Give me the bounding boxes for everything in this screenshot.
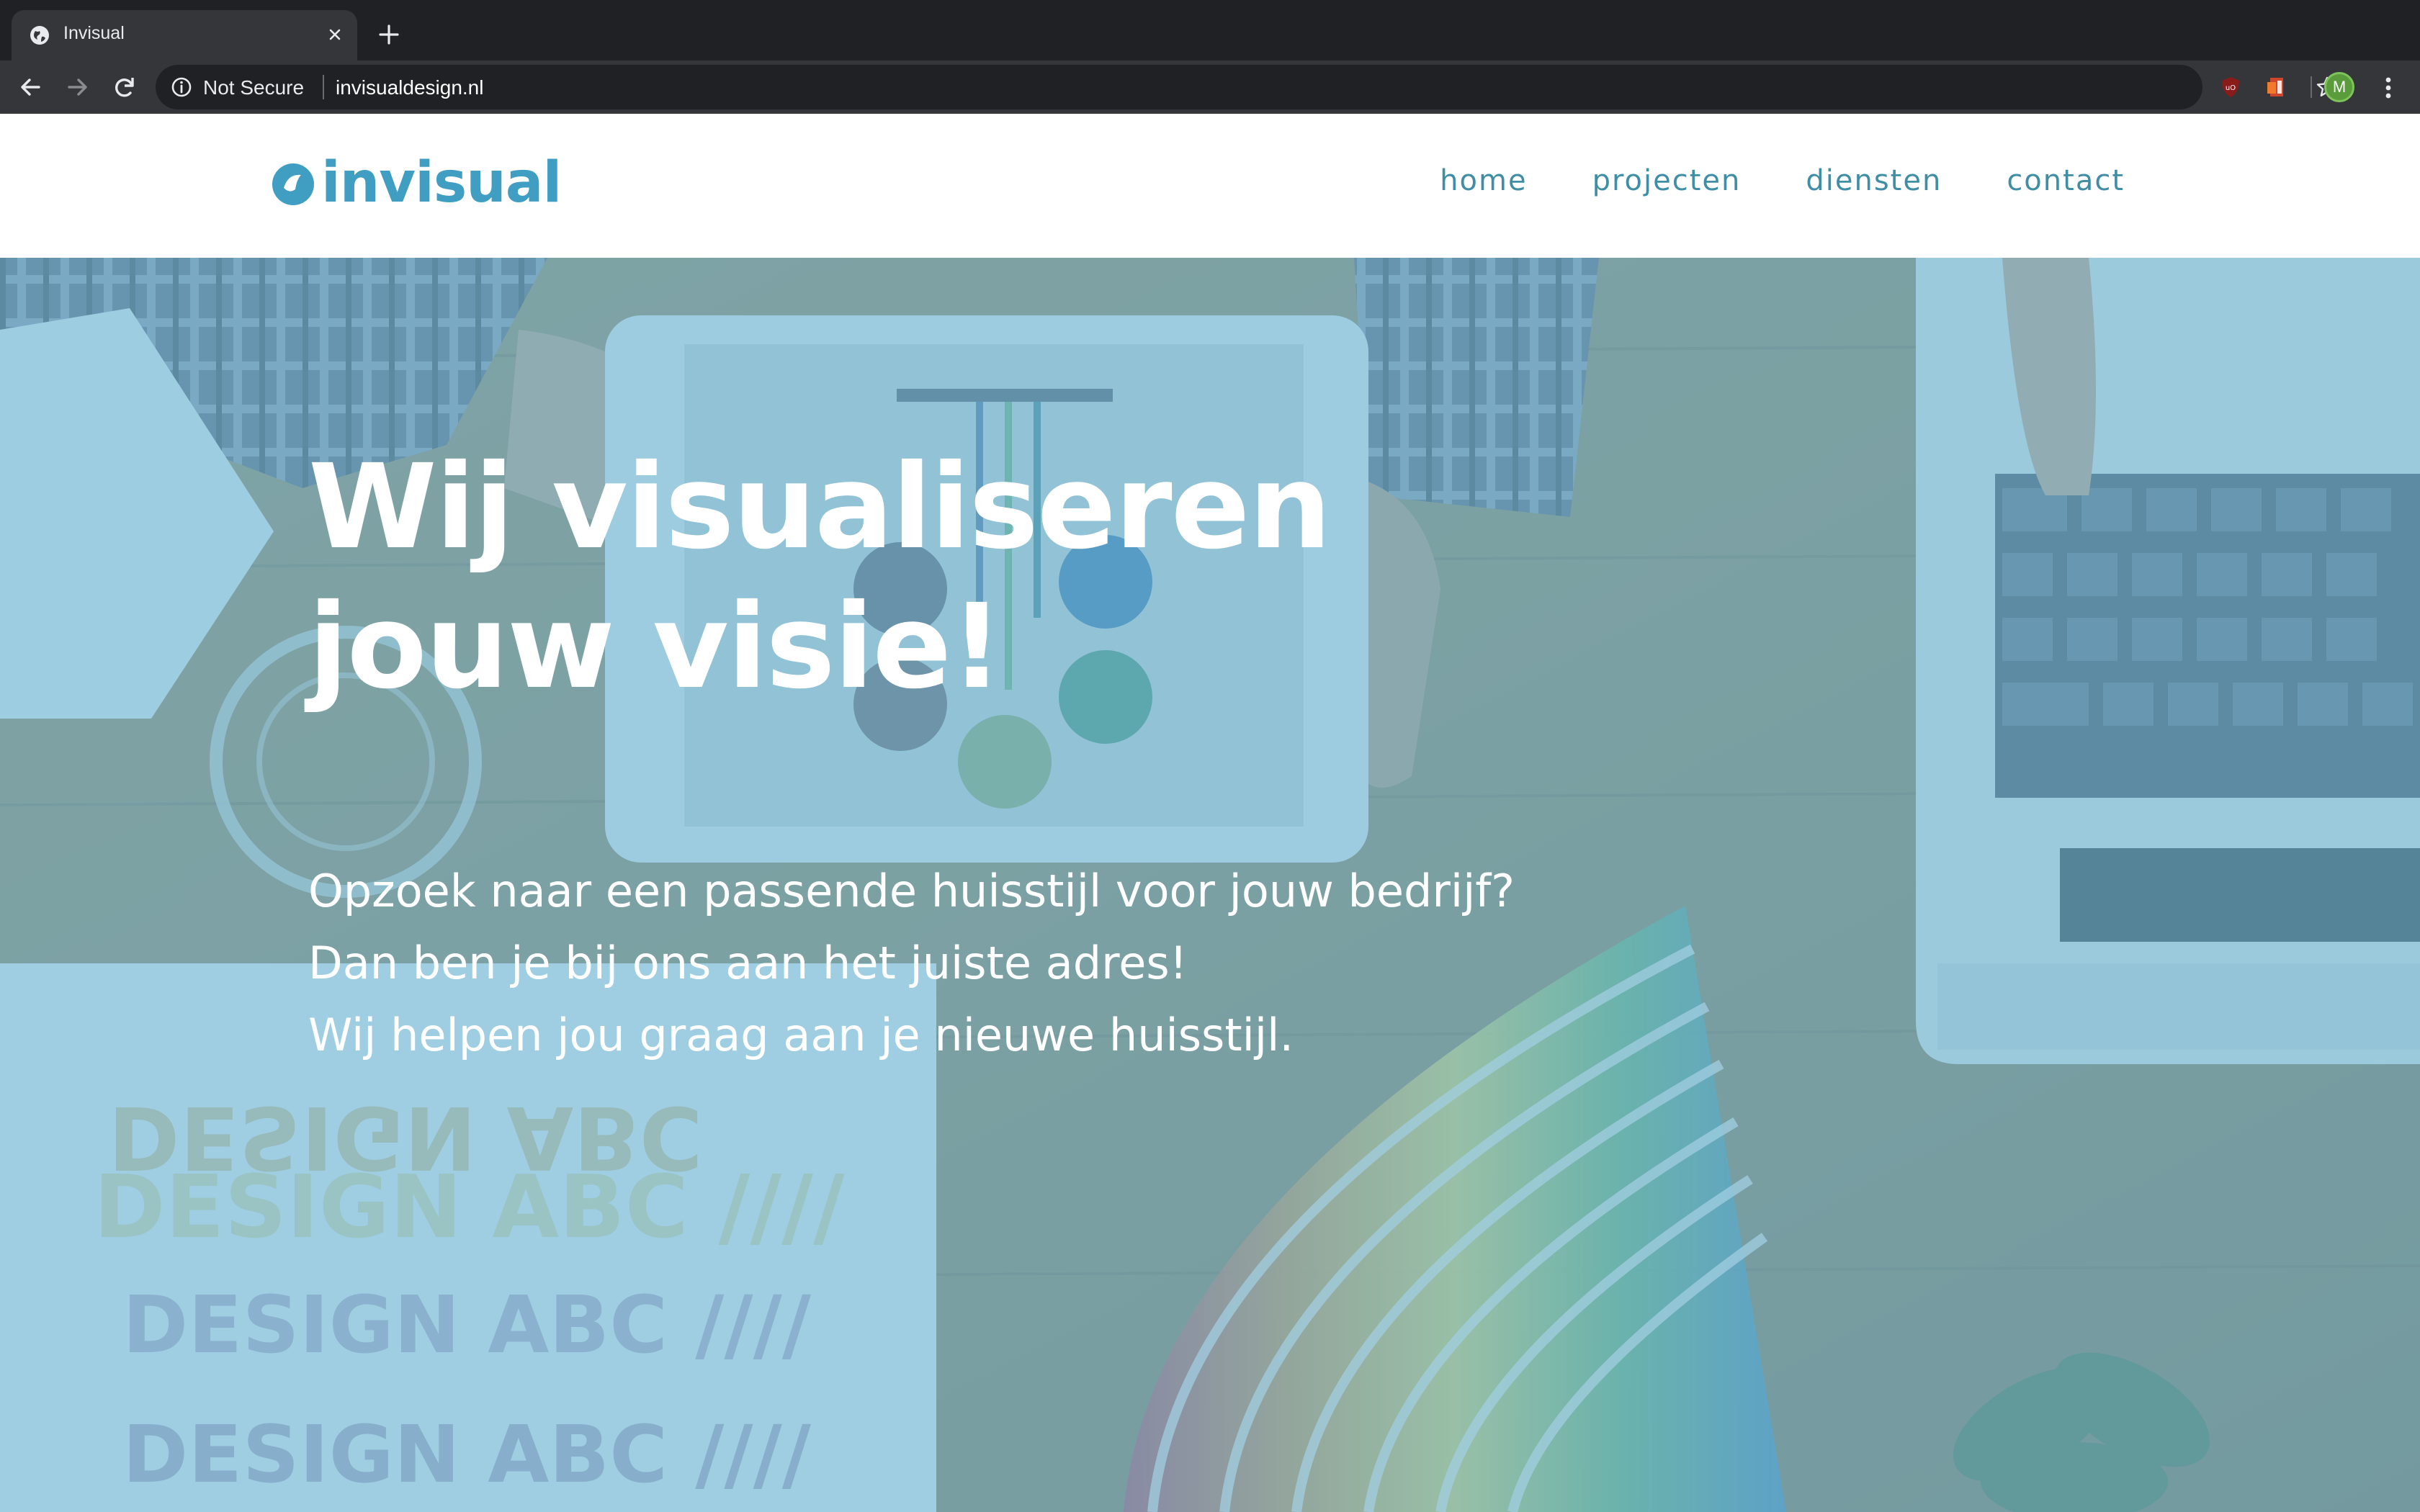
- address-separator: [323, 75, 324, 99]
- hero-line-3: Wij helpen jou graag aan je nieuwe huiss…: [308, 1009, 1294, 1061]
- security-label[interactable]: Not Secure: [203, 76, 304, 99]
- nav-home[interactable]: home: [1440, 164, 1527, 197]
- address-bar[interactable]: Not Secure invisualdesign.nl: [156, 65, 2338, 109]
- globe-icon: [30, 26, 49, 45]
- browser-tab[interactable]: Invisual: [12, 10, 357, 60]
- svg-text:uO: uO: [2226, 84, 2236, 92]
- hero-title: Wij visualiseren jouw visie!: [308, 438, 1332, 717]
- browser-tab-strip: Invisual: [0, 0, 2420, 60]
- site-header: invisual home projecten diensten contact: [0, 114, 2420, 258]
- page-viewport: invisual home projecten diensten contact: [0, 114, 2420, 1512]
- ublock-extension-icon[interactable]: uO: [2218, 75, 2243, 99]
- site-logo[interactable]: invisual: [268, 148, 562, 217]
- hero-content: Wij visualiseren jouw visie! Opzoek naar…: [308, 438, 1515, 1061]
- hero-description: Opzoek naar een passende huisstijl voor …: [308, 855, 1515, 1071]
- url-text[interactable]: invisualdesign.nl: [336, 76, 483, 99]
- nav-contact[interactable]: contact: [2007, 164, 2125, 197]
- profile-avatar[interactable]: M: [2324, 72, 2354, 102]
- hero-section: DESIGN ABC DESIGN ABC //// DESIGN ABC //…: [0, 258, 2420, 1512]
- extension-separator: [2311, 76, 2312, 98]
- hero-title-line-1: Wij visualiseren: [308, 440, 1332, 575]
- forward-arrow-icon[interactable]: [60, 71, 94, 104]
- back-arrow-icon[interactable]: [14, 71, 48, 104]
- info-icon[interactable]: [170, 76, 193, 99]
- more-menu-icon[interactable]: [2375, 73, 2401, 102]
- reload-icon[interactable]: [108, 71, 141, 104]
- hero-line-2: Dan ben je bij ons aan het juiste adres!: [308, 937, 1188, 989]
- browser-toolbar: Not Secure invisualdesign.nl uO M: [0, 60, 2420, 114]
- nav-diensten[interactable]: diensten: [1806, 164, 1942, 197]
- logo-eye-icon: [272, 163, 314, 205]
- nav-projecten[interactable]: projecten: [1592, 164, 1742, 197]
- main-nav: home projecten diensten contact: [1440, 164, 2125, 197]
- close-icon[interactable]: [323, 22, 347, 47]
- new-tab-icon[interactable]: [375, 20, 403, 49]
- hero-line-1: Opzoek naar een passende huisstijl voor …: [308, 865, 1515, 917]
- office-extension-icon[interactable]: [2264, 75, 2289, 99]
- logo-text: invisual: [321, 150, 562, 215]
- tab-title: Invisual: [63, 23, 125, 43]
- hero-title-line-2: jouw visie!: [308, 580, 1003, 715]
